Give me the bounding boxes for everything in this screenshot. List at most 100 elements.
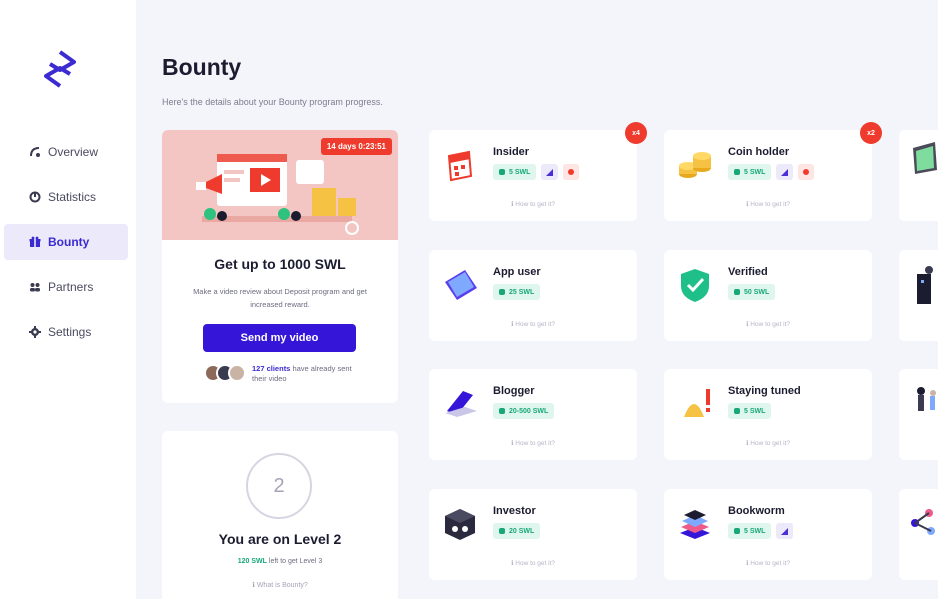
- share-icon: [911, 509, 935, 535]
- card-title: Coin holder: [728, 146, 790, 158]
- bounty-card-investor[interactable]: Investor 20 SWL ℹ How to get it?: [429, 489, 637, 580]
- how-to-label: How to get it?: [515, 440, 556, 447]
- card-title: Verified: [728, 266, 768, 278]
- level-up-icon: [776, 164, 794, 180]
- sidebar-item-label: Statistics: [48, 190, 97, 204]
- bounty-card-partial[interactable]: [899, 489, 938, 580]
- how-to-link[interactable]: ℹ How to get it?: [429, 439, 637, 447]
- level-up-icon: [776, 523, 794, 539]
- bounty-card-blogger[interactable]: Blogger 20-500 SWL ℹ How to get it?: [429, 369, 637, 460]
- level-card: 2 You are on Level 2 120 SWL left to get…: [162, 431, 398, 599]
- sidebar: Overview Statistics Bounty Partners Sett…: [0, 0, 136, 599]
- safe-box-icon: [445, 509, 475, 540]
- bounty-card-staying-tuned[interactable]: Staying tuned 5 SWL ℹ How to get it?: [664, 369, 872, 460]
- card-badges: 20 SWL: [493, 523, 541, 539]
- reward-value: 25 SWL: [509, 288, 535, 296]
- how-to-link[interactable]: ℹ How to get it?: [664, 320, 872, 328]
- sidebar-item-statistics[interactable]: Statistics: [0, 179, 136, 215]
- reward-badge: 20-500 SWL: [493, 403, 555, 419]
- status-dot-icon: [798, 164, 815, 180]
- bounty-card-partial[interactable]: [899, 250, 938, 341]
- card-title: Investor: [493, 505, 536, 517]
- reward-value: 50 SWL: [744, 288, 770, 296]
- card-badges: 5 SWL: [728, 523, 794, 539]
- wallet-icon: [499, 528, 505, 534]
- books-icon: [680, 510, 710, 539]
- reward-badge: 50 SWL: [728, 284, 776, 300]
- card-badges: 20-500 SWL: [493, 403, 555, 419]
- reward-badge: 5 SWL: [728, 164, 772, 180]
- how-to-link[interactable]: ℹ How to get it?: [429, 320, 637, 328]
- sidebar-item-label: Bounty: [48, 235, 90, 249]
- sidebar-item-label: Partners: [48, 280, 94, 294]
- reward-badge: 5 SWL: [728, 403, 772, 419]
- countdown-timer: 14 days 0:23:51: [320, 138, 392, 155]
- reward-value: 20-500 SWL: [509, 407, 549, 415]
- app-logo[interactable]: [44, 50, 76, 88]
- reward-value: 5 SWL: [744, 168, 766, 176]
- card-title: Insider: [493, 146, 530, 158]
- page-subtitle: Here's the details about your Bounty pro…: [162, 97, 383, 107]
- how-to-link[interactable]: ℹ How to get it?: [429, 559, 637, 567]
- sidebar-item-bounty[interactable]: Bounty: [4, 224, 128, 260]
- wallet-icon: [734, 408, 740, 414]
- laptop-icon: [913, 142, 937, 174]
- promo-description: Make a video review about Deposit progra…: [193, 287, 367, 309]
- how-to-label: How to get it?: [750, 321, 791, 328]
- reward-badge: 5 SWL: [493, 164, 537, 180]
- how-to-link[interactable]: ℹ How to get it?: [664, 439, 872, 447]
- how-to-link[interactable]: ℹ How to get it?: [429, 200, 637, 208]
- level-left-text: left to get Level 3: [268, 558, 323, 565]
- how-to-link[interactable]: ℹ How to get it?: [664, 200, 872, 208]
- bounty-card-app-user[interactable]: App user 25 SWL ℹ How to get it?: [429, 250, 637, 341]
- calendar-icon: [447, 150, 473, 182]
- overview-icon: [28, 145, 42, 159]
- what-is-bounty-label: What is Bounty?: [256, 582, 308, 589]
- people-icon: [917, 387, 936, 411]
- reward-value: 20 SWL: [509, 527, 535, 535]
- sidebar-item-overview[interactable]: Overview: [0, 134, 136, 170]
- wallet-icon: [499, 169, 505, 175]
- laptop-icon: [445, 391, 477, 417]
- statistics-icon: [28, 190, 42, 204]
- sidebar-item-settings[interactable]: Settings: [0, 314, 136, 350]
- how-to-label: How to get it?: [515, 560, 556, 567]
- card-title: App user: [493, 266, 541, 278]
- gift-icon: [28, 235, 42, 249]
- bounty-card-coin-holder[interactable]: Coin holder 5 SWL ℹ How to get it? x2: [664, 122, 882, 221]
- card-title: Blogger: [493, 385, 535, 397]
- what-is-bounty-link[interactable]: ℹ What is Bounty?: [162, 581, 398, 589]
- reward-badge: 5 SWL: [728, 523, 772, 539]
- partners-icon: [28, 280, 42, 294]
- send-video-button[interactable]: Send my video: [203, 324, 356, 352]
- bounty-card-partial[interactable]: [899, 130, 938, 221]
- how-to-label: How to get it?: [750, 440, 791, 447]
- reward-value: 5 SWL: [744, 407, 766, 415]
- wallet-icon: [734, 289, 740, 295]
- level-progress-text: 120 SWL left to get Level 3: [162, 558, 398, 565]
- promo-title: Get up to 1000 SWL: [214, 256, 346, 272]
- avatar: [228, 364, 246, 382]
- how-to-link[interactable]: ℹ How to get it?: [664, 559, 872, 567]
- wallet-icon: [499, 289, 505, 295]
- sidebar-item-partners[interactable]: Partners: [0, 269, 136, 305]
- card-title: Staying tuned: [728, 385, 801, 397]
- phone-icon: [445, 270, 477, 300]
- reward-badge: 25 SWL: [493, 284, 541, 300]
- bounty-card-bookworm[interactable]: Bookworm 5 SWL ℹ How to get it?: [664, 489, 872, 580]
- card-badges: 50 SWL: [728, 284, 776, 300]
- sidebar-nav: Overview Statistics Bounty Partners Sett…: [0, 134, 136, 359]
- wallet-icon: [499, 408, 505, 414]
- clients-note: 127 clients have already sent their vide…: [252, 364, 362, 384]
- bounty-card-partial[interactable]: [899, 369, 938, 460]
- shield-check-icon: [681, 269, 709, 302]
- bounty-card-verified[interactable]: Verified 50 SWL ℹ How to get it?: [664, 250, 872, 341]
- how-to-label: How to get it?: [750, 560, 791, 567]
- card-badges: 5 SWL: [728, 164, 815, 180]
- level-number: 2: [246, 453, 312, 519]
- wallet-icon: [734, 169, 740, 175]
- level-up-icon: [541, 164, 559, 180]
- bounty-card-insider[interactable]: Insider 5 SWL ℹ How to get it? x4: [429, 122, 647, 221]
- status-dot-icon: [563, 164, 580, 180]
- client-avatars: [204, 362, 248, 386]
